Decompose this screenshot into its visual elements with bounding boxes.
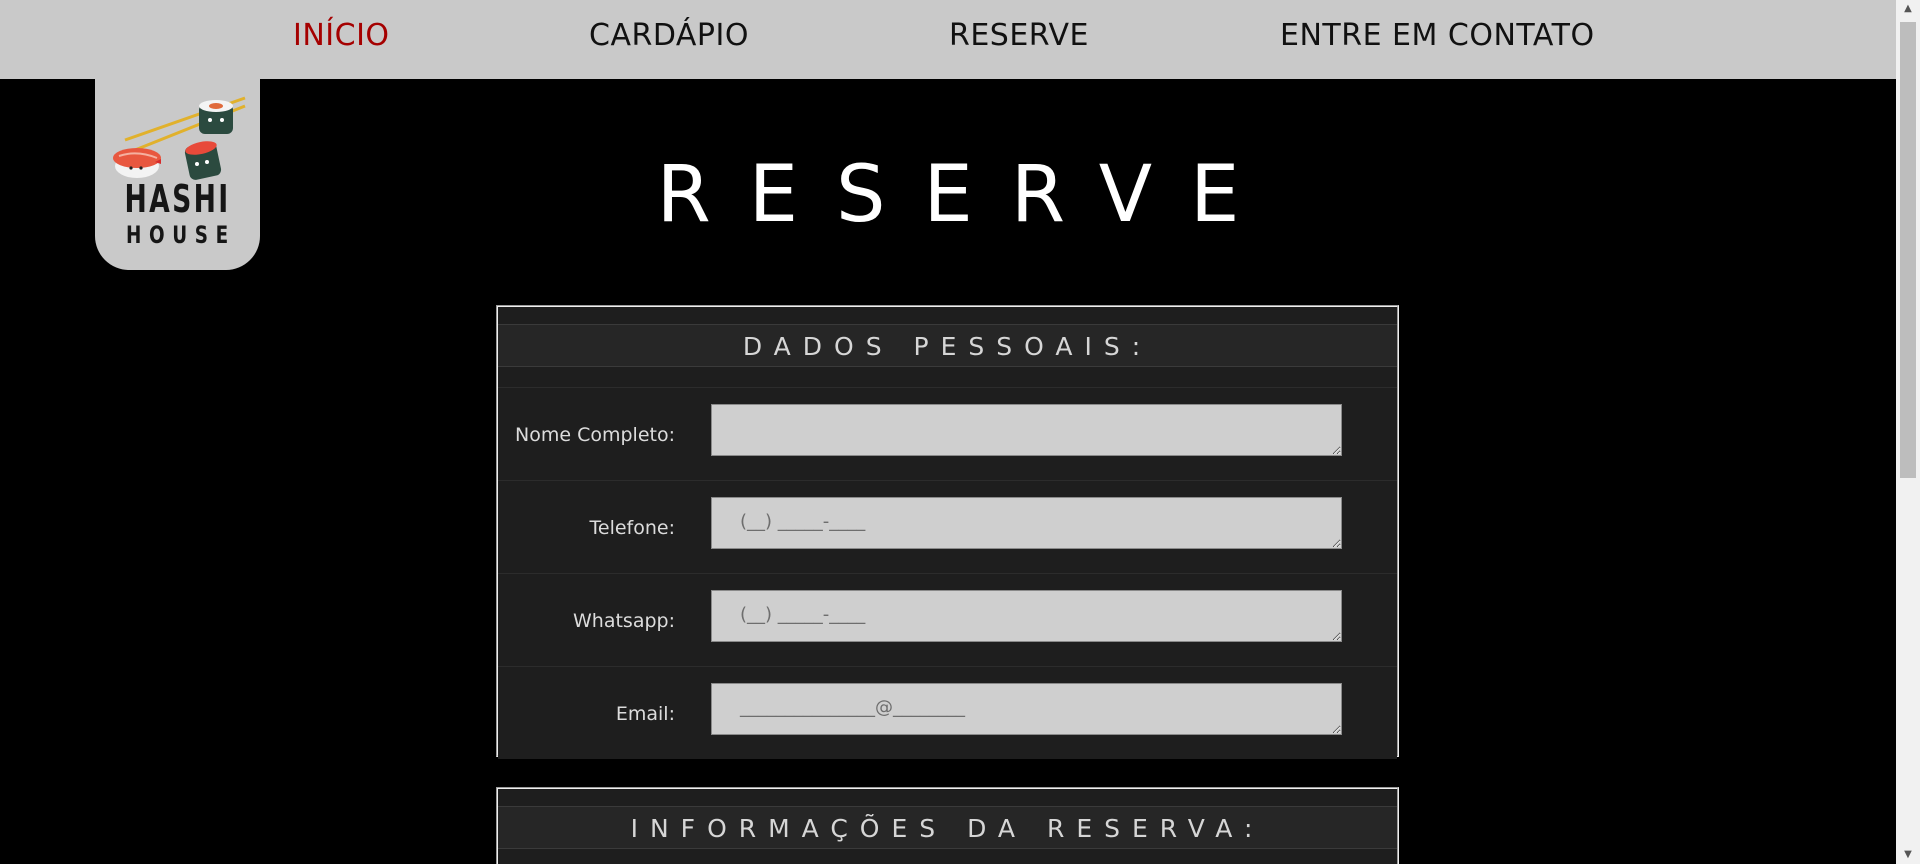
nav-link-inicio[interactable]: INÍCIO — [293, 18, 390, 53]
personal-data-section: DADOS PESSOAIS: Nome Completo: Telefone:… — [496, 305, 1399, 759]
name-field[interactable] — [711, 404, 1342, 456]
vertical-scrollbar[interactable]: ▲ ▼ — [1896, 0, 1920, 864]
whatsapp-label: Whatsapp: — [573, 610, 675, 632]
phone-field[interactable] — [711, 497, 1342, 549]
email-field[interactable] — [711, 683, 1342, 735]
name-label: Nome Completo: — [515, 424, 675, 446]
section-header: INFORMAÇÕES DA RESERVA: — [498, 789, 1397, 864]
personal-data-legend: DADOS PESSOAIS: — [742, 332, 1153, 361]
phone-label: Telefone: — [589, 517, 675, 539]
booking-info-section: INFORMAÇÕES DA RESERVA: — [496, 787, 1399, 864]
form-row-email: Email: — [498, 666, 1397, 759]
whatsapp-field[interactable] — [711, 590, 1342, 642]
form-row-name: Nome Completo: — [498, 387, 1397, 480]
form-row-whatsapp: Whatsapp: — [498, 573, 1397, 666]
section-header: DADOS PESSOAIS: — [498, 307, 1397, 387]
top-navigation: INÍCIO CARDÁPIO RESERVE ENTRE EM CONTATO — [0, 0, 1896, 79]
booking-info-legend: INFORMAÇÕES DA RESERVA: — [630, 814, 1265, 843]
email-label: Email: — [615, 703, 675, 725]
scroll-down-arrow-icon[interactable]: ▼ — [1896, 846, 1920, 864]
form-row-phone: Telefone: — [498, 480, 1397, 573]
nav-link-contato[interactable]: ENTRE EM CONTATO — [1280, 18, 1595, 53]
scrollbar-thumb[interactable] — [1900, 22, 1916, 478]
nav-link-cardapio[interactable]: CARDÁPIO — [589, 18, 749, 53]
page-title: RESERVE — [656, 150, 1278, 240]
nav-link-reserve[interactable]: RESERVE — [949, 18, 1089, 53]
scroll-up-arrow-icon[interactable]: ▲ — [1896, 0, 1920, 18]
